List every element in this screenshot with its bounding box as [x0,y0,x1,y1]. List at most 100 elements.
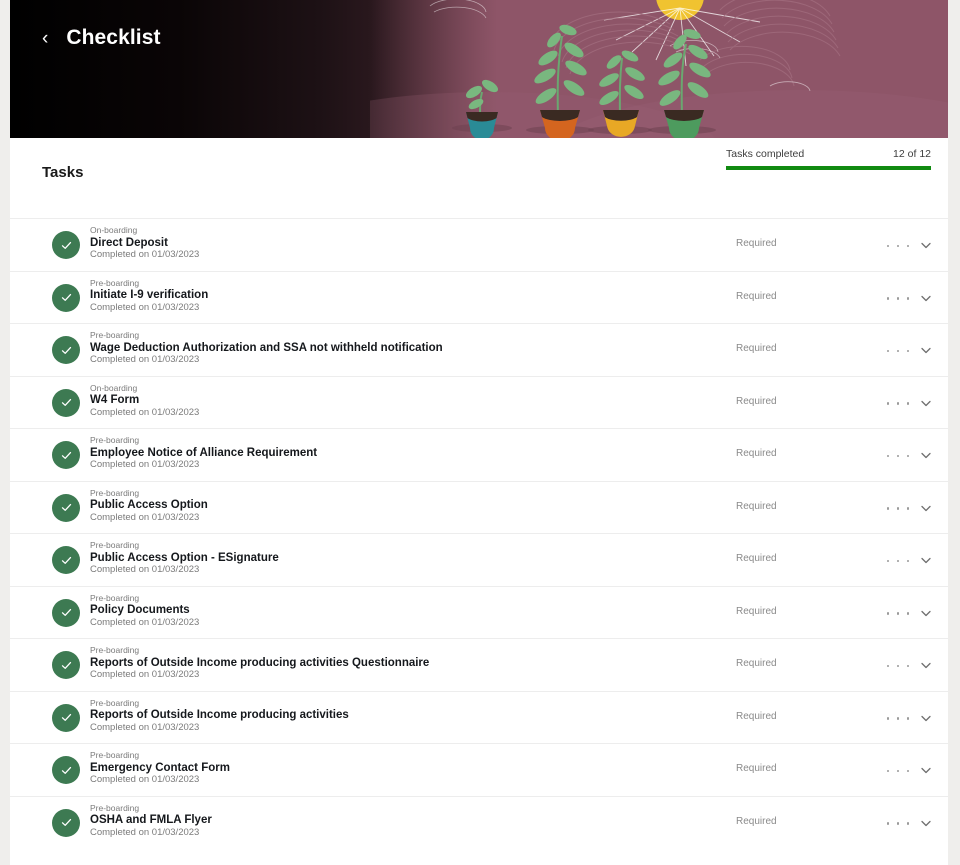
check-circle-icon [52,703,80,732]
tasks-header: Tasks Tasks completed 12 of 12 [10,138,948,218]
progress-fill [726,166,931,170]
task-kind: On-boarding [90,225,138,235]
task-kind: Pre-boarding [90,592,140,603]
task-requirement-label: Required [736,553,777,564]
growing-plants-illustration [370,0,948,138]
ellipsis-horizontal-icon[interactable] [887,713,909,725]
progress-label: Tasks completed [726,148,805,160]
chevron-down-icon[interactable] [918,815,934,831]
task-text-block: Pre-boarding Policy Documents Completed on… [90,592,199,629]
task-text-block: Pre-boarding Initiate I-9 verification Com… [90,277,209,314]
chevron-down-icon[interactable] [918,762,934,778]
check-circle-icon [52,231,80,259]
task-requirement-label: Required [736,500,777,512]
ellipsis-horizontal-icon[interactable] [887,293,909,305]
chevron-down-icon[interactable] [918,710,934,726]
task-requirement-label: Required [736,605,777,617]
task-kind: Pre-boarding [90,750,140,760]
checklist-card: ‹ Checklist Tasks Tasks completed 12 of … [10,0,948,865]
task-status: Completed on 01/03/2023 [90,249,200,261]
ellipsis-horizontal-icon[interactable] [887,818,909,830]
ellipsis-horizontal-icon[interactable] [887,765,909,777]
task-status: Completed on 01/03/2023 [90,301,200,313]
task-row[interactable]: Pre-boarding Public Access Option Complete… [10,480,948,533]
chevron-down-icon[interactable] [918,290,934,306]
chevron-down-icon[interactable] [918,447,934,463]
page-title: Checklist [66,26,161,49]
task-requirement-label: Required [736,343,777,354]
task-status: Completed on 01/03/2023 [90,564,200,576]
page-banner: ‹ Checklist [10,0,948,138]
task-row[interactable]: Pre-boarding Emergency Contact Form Comple… [10,743,948,796]
task-name: Public Access Option - ESignature [90,551,279,564]
chevron-down-icon[interactable] [918,657,934,673]
task-row[interactable]: On-boarding W4 Form Completed on 01/03/202… [10,375,948,428]
task-text-block: On-boarding W4 Form Completed on 01/03/202… [90,382,200,419]
task-row[interactable]: Pre-boarding Wage Deduction Authorization… [10,323,948,376]
task-name: Policy Documents [90,604,190,617]
task-kind: Pre-boarding [90,540,140,550]
task-text-block: Pre-boarding Reports of Outside Income pr… [90,645,429,681]
task-name: Employee Notice of Alliance Requirement [90,446,318,459]
tasks-progress: Tasks completed 12 of 12 [726,148,931,170]
task-kind: Pre-boarding [90,802,140,813]
task-status: Completed on 01/03/2023 [90,406,200,418]
task-kind: Pre-boarding [90,645,140,655]
chevron-down-icon[interactable] [918,342,934,358]
task-text-block: Pre-boarding Reports of Outside Income pr… [90,698,349,734]
ellipsis-horizontal-icon[interactable] [887,345,909,357]
task-row[interactable]: Pre-boarding Initiate I-9 verification Com… [10,270,948,323]
task-requirement-label: Required [736,815,777,827]
ellipsis-horizontal-icon[interactable] [887,503,909,515]
task-row[interactable]: Pre-boarding Employee Notice of Alliance … [10,428,948,481]
task-requirement-label: Required [736,763,777,774]
ellipsis-horizontal-icon[interactable] [887,450,909,462]
task-kind: Pre-boarding [90,435,140,445]
task-kind: Pre-boarding [90,277,140,288]
chevron-down-icon[interactable] [918,605,934,621]
ellipsis-horizontal-icon[interactable] [887,555,909,567]
task-text-block: Pre-boarding Wage Deduction Authorization… [90,330,443,366]
task-name: Reports of Outside Income producing acti… [90,709,349,722]
task-status: Completed on 01/03/2023 [90,511,200,523]
ellipsis-horizontal-icon[interactable] [887,240,909,252]
task-kind: Pre-boarding [90,330,140,340]
chevron-down-icon[interactable] [918,552,934,568]
task-status: Completed on 01/03/2023 [90,774,200,786]
task-row[interactable]: Pre-boarding OSHA and FMLA Flyer Completed… [10,795,948,848]
chevron-down-icon[interactable] [918,237,934,253]
chevron-left-icon[interactable]: ‹ [38,27,52,50]
check-circle-icon [52,756,80,784]
check-circle-icon [52,651,80,679]
task-status: Completed on 01/03/2023 [90,354,200,366]
ellipsis-horizontal-icon[interactable] [887,608,909,620]
chevron-down-icon[interactable] [918,395,934,411]
task-row[interactable]: Pre-boarding Public Access Option - ESign… [10,533,948,586]
task-text-block: Pre-boarding Public Access Option Complete… [90,488,208,524]
task-row[interactable]: Pre-boarding Policy Documents Completed on… [10,585,948,638]
check-circle-icon [52,808,80,837]
task-row[interactable]: Pre-boarding Reports of Outside Income pr… [10,690,948,743]
task-row[interactable]: Pre-boarding Reports of Outside Income pr… [10,638,948,691]
chevron-down-icon[interactable] [918,500,934,516]
task-text-block: Pre-boarding Emergency Contact Form Comple… [90,750,230,786]
task-name: Direct Deposit [90,236,168,249]
task-name: Emergency Contact Form [90,761,230,774]
task-status: Completed on 01/03/2023 [90,459,200,471]
check-circle-icon [52,598,80,627]
progress-track [726,166,931,170]
task-name: Public Access Option [90,499,208,512]
check-circle-icon [52,388,80,417]
task-name: OSHA and FMLA Flyer [90,814,212,827]
task-kind: On-boarding [90,382,138,393]
task-name: Initiate I-9 verification [90,289,209,302]
ellipsis-horizontal-icon[interactable] [887,660,909,672]
task-requirement-label: Required [736,395,777,407]
task-requirement-label: Required [736,238,777,249]
ellipsis-horizontal-icon[interactable] [887,398,909,410]
task-text-block: Pre-boarding Employee Notice of Alliance … [90,435,318,471]
check-circle-icon [52,546,80,574]
task-requirement-label: Required [736,710,777,722]
task-row[interactable]: On-boarding Direct Deposit Completed on 01… [10,218,948,271]
check-circle-icon [52,283,80,312]
